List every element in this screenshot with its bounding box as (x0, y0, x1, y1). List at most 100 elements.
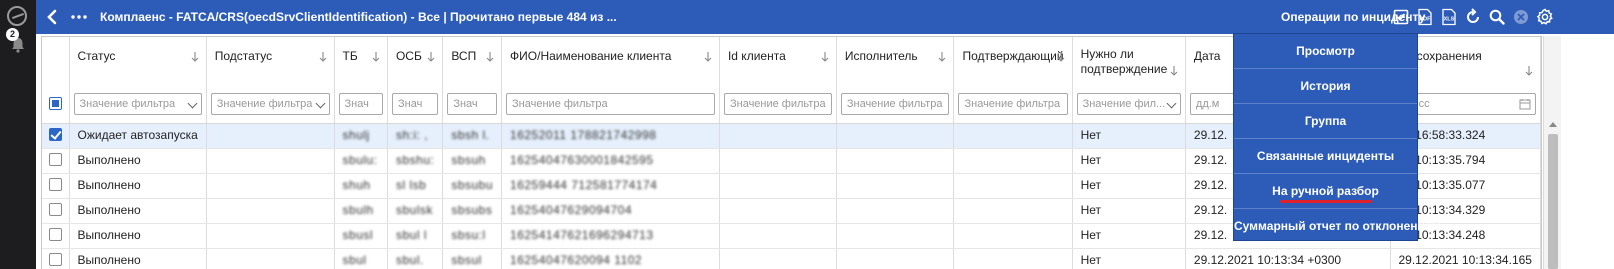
column-header-vsp[interactable]: ВСП (442, 37, 503, 87)
vsp-cell: sbsul (442, 248, 503, 269)
confirmer-filter-input[interactable]: Значение фильтра (958, 93, 1068, 115)
status-cell: Выполнено (69, 173, 207, 199)
row-checkbox[interactable] (48, 127, 62, 141)
date-cell: 29.12.2021 10:13:34 +0300 (1185, 248, 1391, 269)
confirmer-cell (953, 248, 1073, 269)
vsp-filter-input[interactable]: Знач (447, 93, 498, 115)
tb-cell-text: sbusl (342, 227, 374, 242)
menu-item-manual-review[interactable]: На ручной разбор (1234, 174, 1417, 209)
close-icon[interactable] (1512, 8, 1530, 26)
menu-item-group[interactable]: Группа (1234, 104, 1417, 139)
executor-cell (836, 198, 955, 224)
tb-filter-input[interactable]: Знач (338, 93, 383, 115)
settings-icon[interactable] (1536, 8, 1554, 26)
more-icon[interactable] (70, 8, 88, 26)
row-checkbox[interactable] (48, 202, 62, 216)
sort-arrow-icon[interactable] (1056, 51, 1066, 63)
executor-cell (836, 248, 955, 269)
status-cell-text: Выполнено (77, 152, 141, 167)
tb-cell: sbulh (334, 198, 388, 224)
vertical-scrollbar[interactable] (1543, 36, 1561, 269)
client-cell-text: 16254147621696294713 (510, 227, 654, 242)
sort-arrow-icon[interactable] (703, 51, 713, 63)
row-checkbox[interactable] (48, 252, 62, 266)
confirmer-cell (953, 148, 1073, 174)
need-confirm-cell: Нет (1072, 198, 1186, 224)
osb-cell: sbshu: (387, 148, 444, 174)
table-row[interactable]: Выполнено sbul sbul. sbsul 16254047620094 11… (42, 248, 1541, 269)
refresh-icon[interactable] (1464, 8, 1482, 26)
column-header-tb[interactable]: ТБ (334, 37, 388, 87)
status-cell: Выполнено (69, 148, 207, 174)
tb-cell: sbusl (334, 223, 388, 249)
status-cell: Выполнено (69, 223, 207, 249)
menu-item-view[interactable]: Просмотр (1234, 34, 1417, 69)
menu-item-history[interactable]: История (1234, 69, 1417, 104)
substatus-cell (206, 148, 335, 174)
executor-cell (836, 223, 955, 249)
column-header-osb[interactable]: ОСБ (387, 37, 444, 87)
app-logo-icon[interactable] (7, 6, 27, 26)
scrollbar-thumb[interactable] (1548, 134, 1558, 269)
client-filter-input[interactable]: Значение фильтра (506, 93, 715, 115)
xls-icon[interactable]: XLS (1440, 8, 1458, 26)
substatus-cell (206, 173, 335, 199)
status-cell-text: Выполнено (77, 202, 141, 217)
checkbox-icon[interactable] (1392, 8, 1410, 26)
column-header-client-id[interactable]: Id клиента (719, 37, 837, 87)
calendar-icon[interactable] (1519, 98, 1531, 110)
search-icon[interactable] (1488, 8, 1506, 26)
scroll-up-arrow-icon[interactable] (1549, 122, 1557, 127)
status-cell: Ожидает автозапуска (69, 123, 207, 149)
select-all-checkbox[interactable] (48, 97, 62, 110)
sort-arrow-icon[interactable] (190, 51, 200, 63)
client-cell-text: 16254047620094 1102 (510, 252, 643, 267)
sort-arrow-icon[interactable] (820, 51, 830, 63)
sort-arrow-icon[interactable] (937, 51, 947, 63)
sort-arrow-icon[interactable] (371, 51, 381, 63)
menu-item-manual-review-label: На ручной разбор (1272, 184, 1379, 198)
osb-filter-input[interactable]: Знач (391, 93, 439, 115)
executor-cell (836, 148, 955, 174)
column-header-status[interactable]: Статус (69, 37, 207, 87)
row-checkbox[interactable] (48, 152, 62, 166)
vsp-cell-text: sbsh l. (451, 127, 490, 142)
osb-cell-text: sbul. (395, 252, 424, 267)
sort-arrow-icon[interactable] (318, 51, 328, 63)
menu-item-related-incidents[interactable]: Связанные инциденты (1234, 139, 1417, 174)
select-column-header (42, 37, 70, 87)
executor-filter-input[interactable]: Значение фильтра (840, 93, 950, 115)
client-id-filter-input[interactable]: Значение фильтра (723, 93, 832, 115)
left-rail: 2 (0, 0, 36, 269)
sort-arrow-icon[interactable] (426, 51, 436, 63)
client-cell: 16259444 712581774174 (501, 173, 720, 199)
sort-arrow-icon[interactable] (1169, 65, 1179, 77)
need-confirm-filter-select[interactable]: Значение фил... (1076, 93, 1181, 115)
back-icon[interactable] (44, 8, 62, 26)
menu-item-deviation-summary-report[interactable]: Суммарный отчет по отклонениям (1234, 209, 1441, 244)
osb-cell-text: sbulsk (395, 202, 433, 217)
substatus-cell (206, 123, 335, 149)
vsp-cell-text: sbsuh (451, 152, 486, 167)
sort-arrow-icon[interactable] (1524, 65, 1534, 77)
row-checkbox[interactable] (48, 227, 62, 241)
pdf-icon[interactable]: PDF (1416, 8, 1434, 26)
column-header-client[interactable]: ФИО/Наименование клиента (501, 37, 720, 87)
column-header-need-confirm[interactable]: Нужно ли подтверждение (1072, 37, 1186, 87)
executor-cell (836, 173, 955, 199)
row-checkbox[interactable] (48, 177, 62, 191)
substatus-filter-select[interactable]: Значение фильтра (210, 93, 330, 115)
vsp-cell-text: sbsu:l (451, 227, 486, 242)
svg-text:PDF: PDF (1420, 17, 1432, 23)
client-id-cell (719, 123, 837, 149)
column-header-confirmer[interactable]: Подтверждающий (953, 37, 1073, 87)
notification-count-badge: 2 (6, 28, 19, 41)
need-confirm-cell-text: Нет (1080, 177, 1102, 192)
need-confirm-cell-text: Нет (1080, 202, 1102, 217)
column-header-executor[interactable]: Исполнитель (836, 37, 955, 87)
sort-arrow-icon[interactable] (485, 51, 495, 63)
status-filter-select[interactable]: Значение фильтра (73, 93, 202, 115)
status-cell: Выполнено (69, 248, 207, 269)
column-header-substatus[interactable]: Подстатус (206, 37, 335, 87)
date-cell-text: 29.12. (1193, 152, 1228, 167)
